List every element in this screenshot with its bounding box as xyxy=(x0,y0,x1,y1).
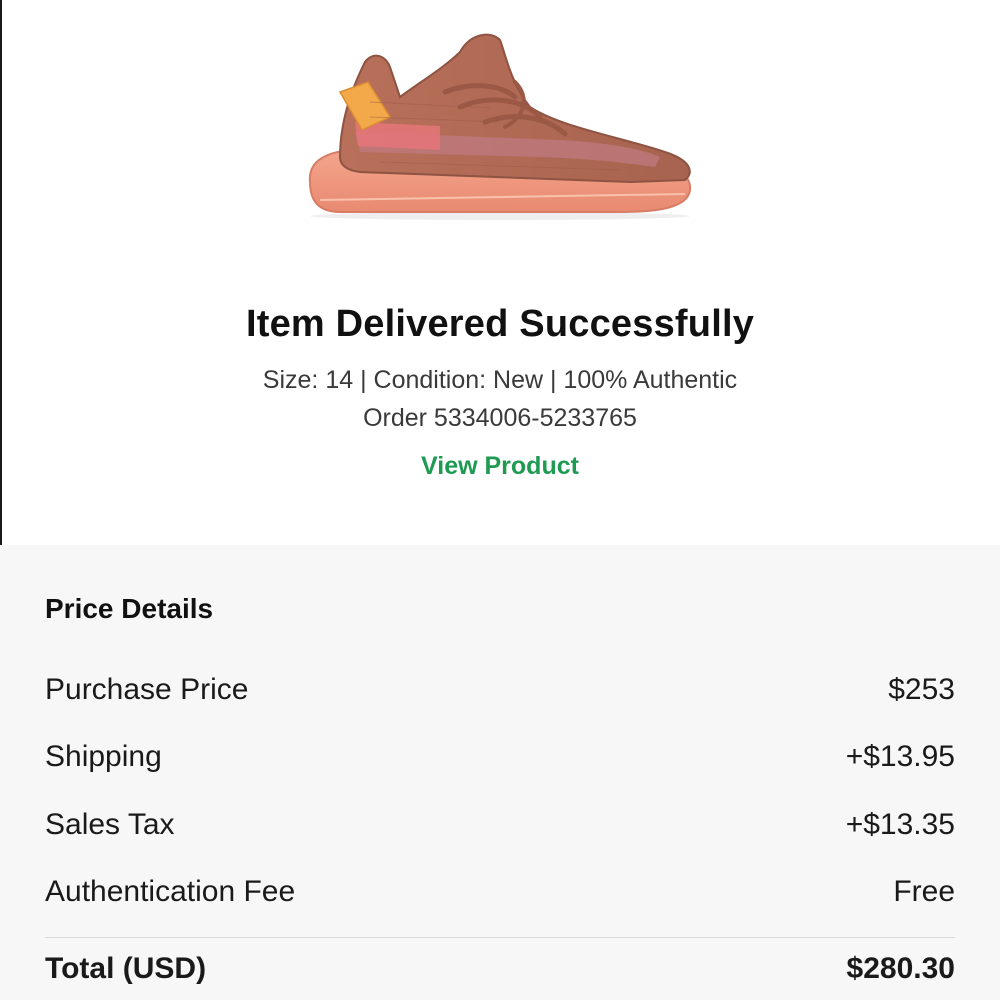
price-row-label: Authentication Fee xyxy=(45,875,296,908)
total-label: Total (USD) xyxy=(45,952,207,985)
price-row-label: Shipping xyxy=(45,740,162,773)
total-value: $280.30 xyxy=(846,952,955,985)
status-title: Item Delivered Successfully xyxy=(245,303,755,345)
price-row-authentication-fee: Authentication Fee Free xyxy=(45,875,955,915)
price-row-value: $253 xyxy=(888,673,955,706)
price-row-label: Purchase Price xyxy=(45,673,249,706)
product-image xyxy=(308,33,692,220)
price-row-sales-tax: Sales Tax +$13.35 xyxy=(45,808,955,848)
price-row-value: +$13.95 xyxy=(845,740,955,773)
price-row-shipping: Shipping +$13.95 xyxy=(45,740,955,780)
price-row-label: Sales Tax xyxy=(45,808,175,841)
price-row-value: +$13.35 xyxy=(845,808,955,841)
price-details-heading: Price Details xyxy=(45,593,214,624)
order-detail-page: Item Delivered Successfully Size: 14 | C… xyxy=(0,0,1000,1000)
order-number: Order 5334006-5233765 xyxy=(363,404,637,432)
price-row-total: Total (USD) $280.30 xyxy=(45,952,955,992)
order-summary-section: Item Delivered Successfully Size: 14 | C… xyxy=(0,0,1000,545)
price-details-section: Price Details Purchase Price $253 Shippi… xyxy=(0,545,1000,1000)
total-divider xyxy=(45,937,955,938)
order-details-line: Size: 14 | Condition: New | 100% Authent… xyxy=(262,366,738,394)
view-product-link[interactable]: View Product xyxy=(0,452,1000,481)
price-row-purchase: Purchase Price $253 xyxy=(45,673,955,713)
price-row-value: Free xyxy=(893,875,955,908)
